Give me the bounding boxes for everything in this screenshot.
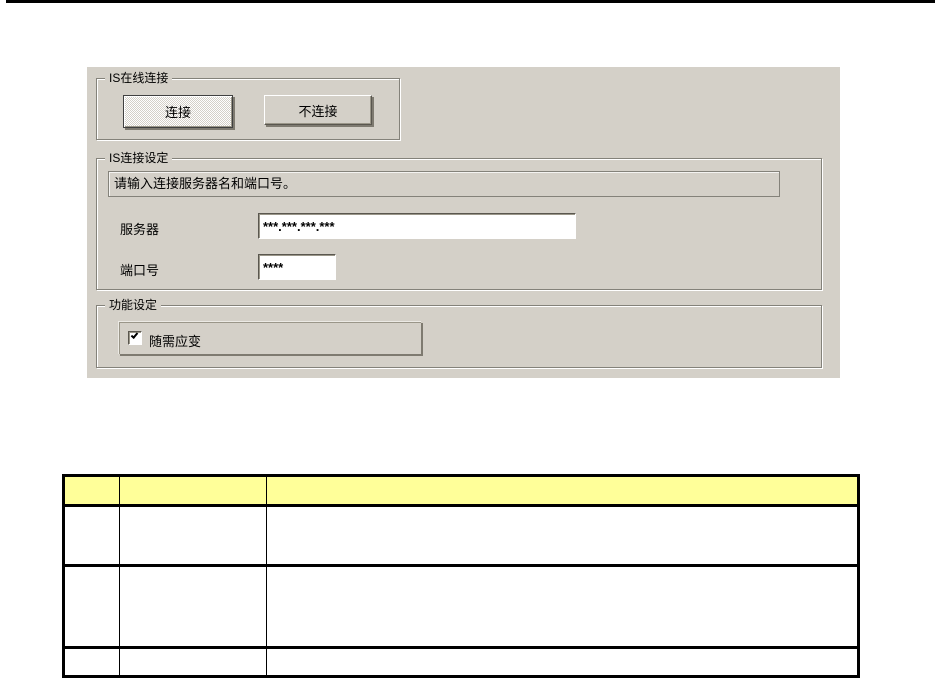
table-cell — [120, 649, 267, 675]
table-cell — [267, 507, 857, 567]
disconnect-button[interactable]: 不连接 — [264, 95, 372, 125]
page-top-rule — [6, 0, 935, 3]
table-cell — [267, 567, 857, 649]
on-demand-checkbox[interactable] — [128, 331, 142, 345]
table-cell — [120, 507, 267, 567]
table-cell — [120, 567, 267, 649]
table-cell — [65, 507, 120, 567]
table-header-cell — [120, 477, 267, 507]
server-input[interactable] — [258, 213, 576, 239]
server-label: 服务器 — [120, 222, 160, 237]
group-online-connection-title: IS在线连接 — [105, 71, 173, 85]
table-cell — [65, 649, 120, 675]
group-connection-settings-title: IS连接设定 — [105, 151, 173, 165]
table-header-cell — [65, 477, 120, 507]
is-connection-dialog: IS在线连接 连接 不连接 IS连接设定 请输入连接服务器名和端口号。 服务器 … — [87, 67, 840, 378]
table-header-cell — [267, 477, 857, 507]
manual-page: { "page": { "background": "#ffffff", "ru… — [0, 0, 948, 679]
on-demand-checkbox-label: 随需应变 — [149, 334, 202, 349]
connect-button[interactable]: 连接 — [123, 95, 233, 128]
table-cell — [267, 649, 857, 675]
instruction-text: 请输入连接服务器名和端口号。 — [108, 171, 780, 197]
checkmark-icon — [130, 331, 139, 339]
group-function-settings-title: 功能设定 — [105, 298, 162, 312]
port-input[interactable] — [258, 254, 336, 280]
port-label: 端口号 — [120, 263, 160, 278]
table-cell — [65, 567, 120, 649]
reference-table — [62, 474, 860, 678]
on-demand-panel: 随需应变 — [118, 321, 421, 354]
